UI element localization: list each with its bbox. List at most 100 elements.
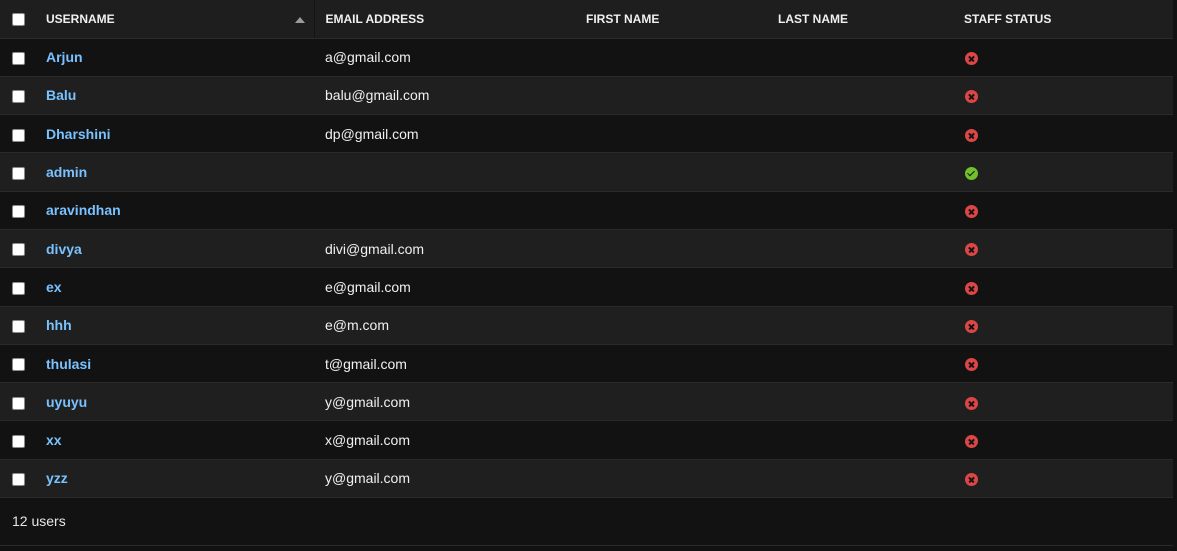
- x-circle-icon: [965, 243, 978, 257]
- table-row: xx x@gmail.com: [0, 420, 1173, 460]
- x-circle-icon: [965, 473, 978, 487]
- row-select-checkbox[interactable]: [12, 243, 25, 257]
- first-name-cell: [575, 229, 767, 269]
- column-header-username-label: Username: [46, 11, 115, 26]
- last-name-cell: [767, 459, 953, 499]
- table-row: admin: [0, 152, 1173, 192]
- first-name-cell: [575, 306, 767, 345]
- row-select-checkbox[interactable]: [12, 434, 25, 448]
- first-name-cell: [575, 76, 767, 116]
- email-cell: a@gmail.com: [314, 38, 575, 77]
- row-select-cell: [0, 459, 35, 499]
- row-select-cell: [0, 152, 35, 192]
- staff-status-cell: [953, 459, 1173, 499]
- last-name-cell: [767, 344, 953, 384]
- column-header-email[interactable]: Email address: [313, 0, 575, 39]
- column-header-staff-status-label: Staff status: [964, 11, 1052, 26]
- username-link[interactable]: admin: [46, 164, 87, 180]
- username-link[interactable]: hhh: [46, 317, 72, 333]
- username-cell: divya: [35, 229, 314, 269]
- username-cell: yzz: [35, 459, 314, 499]
- email-cell: [314, 152, 575, 192]
- email-cell: e@m.com: [314, 306, 575, 345]
- username-link[interactable]: Balu: [46, 87, 76, 103]
- last-name-cell: [767, 152, 953, 192]
- table-row: thulasi t@gmail.com: [0, 344, 1173, 384]
- row-select-checkbox[interactable]: [12, 396, 25, 410]
- last-name-cell: [767, 191, 953, 230]
- username-cell: xx: [35, 420, 314, 460]
- row-select-cell: [0, 76, 35, 116]
- x-circle-icon: [965, 396, 978, 410]
- staff-status-cell: [953, 38, 1173, 77]
- staff-status-cell: [953, 420, 1173, 460]
- username-link[interactable]: ex: [46, 279, 62, 295]
- table-body: Arjun a@gmail.com Balu balu@gmail.com Dharsh…: [0, 38, 1173, 499]
- first-name-cell: [575, 191, 767, 230]
- last-name-cell: [767, 229, 953, 269]
- select-all-column: [0, 0, 35, 39]
- column-header-first-name-label: First name: [586, 11, 660, 26]
- username-link[interactable]: aravindhan: [46, 202, 121, 218]
- user-table: Username Email address First name Last n…: [0, 0, 1173, 499]
- table-row: Arjun a@gmail.com: [0, 38, 1173, 77]
- row-select-checkbox[interactable]: [12, 166, 25, 180]
- username-cell: Balu: [35, 76, 314, 116]
- x-circle-icon: [965, 358, 978, 372]
- email-cell: [314, 191, 575, 230]
- first-name-cell: [575, 267, 767, 307]
- row-select-checkbox[interactable]: [12, 205, 25, 219]
- staff-status-cell: [953, 344, 1173, 384]
- username-link[interactable]: yzz: [46, 470, 68, 486]
- sort-ascending-icon[interactable]: [294, 17, 305, 23]
- check-circle-icon: [965, 166, 978, 180]
- row-select-checkbox[interactable]: [12, 128, 25, 142]
- email-cell: y@gmail.com: [314, 382, 575, 422]
- username-link[interactable]: divya: [46, 241, 82, 257]
- table-row: yzz y@gmail.com: [0, 459, 1173, 499]
- last-name-cell: [767, 420, 953, 460]
- username-cell: admin: [35, 152, 314, 192]
- column-header-last-name-label: Last name: [778, 11, 848, 26]
- select-all-checkbox[interactable]: [12, 12, 25, 26]
- row-select-cell: [0, 344, 35, 384]
- last-name-cell: [767, 267, 953, 307]
- first-name-cell: [575, 382, 767, 422]
- last-name-cell: [767, 382, 953, 422]
- header-row: Username Email address First name Last n…: [0, 0, 1173, 39]
- email-cell: dp@gmail.com: [314, 114, 575, 154]
- table-row: divya divi@gmail.com: [0, 229, 1173, 269]
- row-select-checkbox[interactable]: [12, 281, 25, 295]
- username-cell: Arjun: [35, 38, 314, 77]
- username-link[interactable]: uyuyu: [46, 394, 87, 410]
- username-link[interactable]: xx: [46, 432, 62, 448]
- row-select-checkbox[interactable]: [12, 90, 25, 104]
- row-select-cell: [0, 191, 35, 230]
- column-header-first-name[interactable]: First name: [575, 0, 767, 39]
- result-count-label: 12 users: [12, 513, 66, 529]
- username-cell: hhh: [35, 306, 314, 345]
- x-circle-icon: [965, 205, 978, 219]
- row-select-cell: [0, 267, 35, 307]
- username-cell: thulasi: [35, 344, 314, 384]
- column-header-username[interactable]: Username: [35, 0, 314, 39]
- email-cell: x@gmail.com: [314, 420, 575, 460]
- staff-status-cell: [953, 382, 1173, 422]
- username-link[interactable]: Dharshini: [46, 126, 111, 142]
- staff-status-cell: [953, 114, 1173, 154]
- username-cell: ex: [35, 267, 314, 307]
- column-header-staff-status[interactable]: Staff status: [953, 0, 1173, 39]
- column-header-last-name[interactable]: Last name: [767, 0, 953, 39]
- username-link[interactable]: thulasi: [46, 356, 91, 372]
- x-circle-icon: [965, 320, 978, 334]
- email-cell: t@gmail.com: [314, 344, 575, 384]
- row-select-checkbox[interactable]: [12, 358, 25, 372]
- row-select-checkbox[interactable]: [12, 51, 25, 65]
- row-select-cell: [0, 306, 35, 345]
- x-circle-icon: [965, 90, 978, 104]
- last-name-cell: [767, 114, 953, 154]
- first-name-cell: [575, 420, 767, 460]
- row-select-checkbox[interactable]: [12, 473, 25, 487]
- row-select-checkbox[interactable]: [12, 320, 25, 334]
- username-link[interactable]: Arjun: [46, 49, 83, 65]
